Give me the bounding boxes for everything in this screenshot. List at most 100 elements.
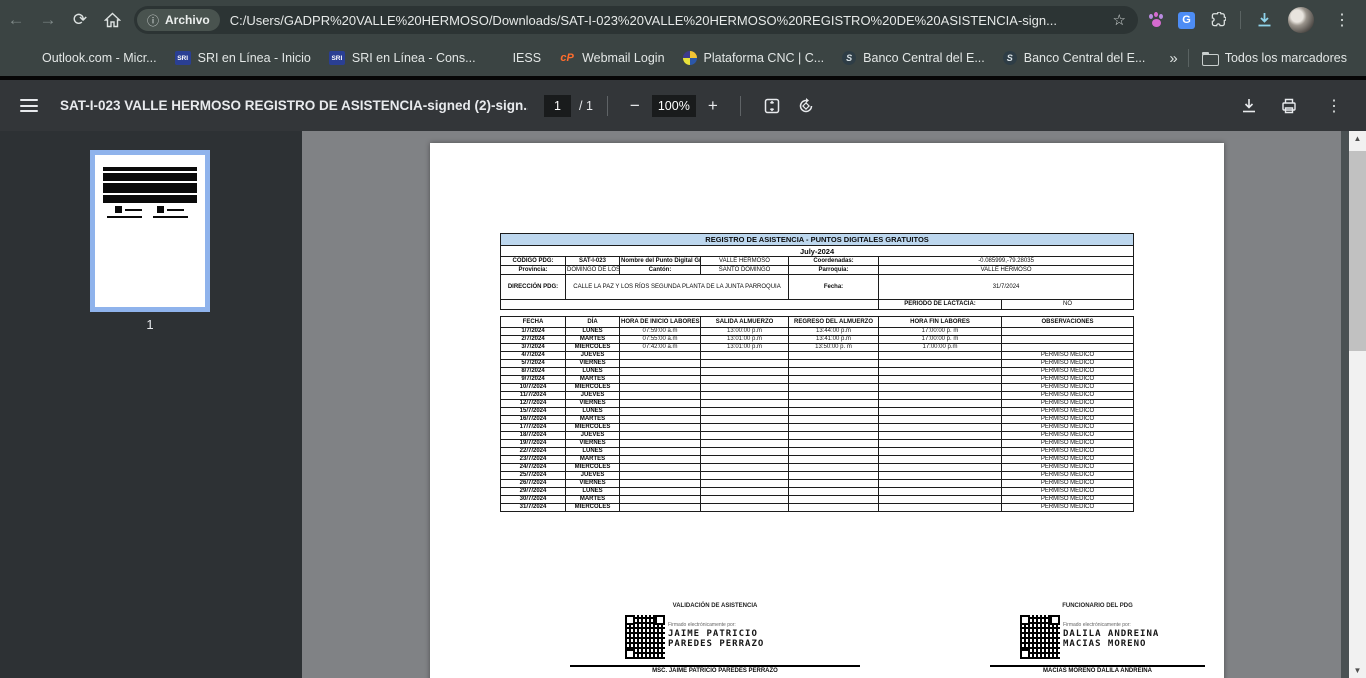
vertical-scrollbar[interactable]: ▲ ▼ (1349, 131, 1366, 678)
bookmark-label: Banco Central del E... (1024, 51, 1146, 65)
zoom-in-button[interactable]: + (700, 94, 726, 118)
bookmark-label: Outlook.com - Micr... (42, 51, 157, 65)
bookmarks-separator (1188, 49, 1189, 67)
bookmark-star-icon[interactable]: ☆ (1113, 11, 1126, 29)
bookmark-item[interactable]: Outlook.com - Micr... (10, 46, 166, 70)
bookmark-item[interactable]: SBanco Central del E... (833, 47, 994, 69)
info-icon: ⓘ (147, 12, 159, 29)
bookmark-label: IESS (513, 51, 542, 65)
fit-page-icon[interactable] (755, 95, 789, 117)
paw-extension-icon[interactable] (1148, 12, 1164, 28)
attendance-row: 8/7/2024LUNESPERMISO MÉDICO (501, 368, 1134, 376)
signature-name: DALILA ANDREINA (1063, 629, 1159, 639)
reload-icon[interactable]: ⟳ (64, 4, 96, 36)
document-header-table: REGISTRO DE ASISTENCIA - PUNTOS DIGITALE… (500, 233, 1134, 310)
extensions-area: G ⋮ (1148, 7, 1356, 33)
attendance-row: 11/7/2024JUEVESPERMISO MÉDICO (501, 392, 1134, 400)
bookmark-label: SRI en Línea - Inicio (198, 51, 311, 65)
scroll-up-arrow[interactable]: ▲ (1349, 131, 1366, 146)
attendance-table: FECHADÍAHORA DE INICIO LABORESSALIDA ALM… (500, 316, 1134, 512)
attendance-column-header: FECHA (501, 317, 566, 328)
home-icon[interactable] (96, 4, 128, 36)
forward-icon[interactable]: → (32, 4, 64, 36)
page-thumbnail[interactable] (90, 150, 210, 312)
bookmark-label: SRI en Línea - Cons... (352, 51, 476, 65)
attendance-row: 22/7/2024LUNESPERMISO MÉDICO (501, 448, 1134, 456)
bookmark-item[interactable]: SRISRI en Línea - Inicio (166, 47, 320, 69)
url-text: C:/Users/GADPR%20VALLE%20HERMOSO/Downloa… (230, 13, 1105, 28)
outlook-icon (19, 50, 35, 66)
attendance-row: 17/7/2024MIÉRCOLESPERMISO MÉDICO (501, 424, 1134, 432)
page-count-label: / 1 (579, 99, 593, 113)
attendance-column-header: OBSERVACIONES (1002, 317, 1134, 328)
bookmarks-bar: Outlook.com - Micr...SRISRI en Línea - I… (0, 40, 1366, 76)
address-bar[interactable]: ⓘ Archivo C:/Users/GADPR%20VALLE%20HERMO… (134, 6, 1138, 34)
downloads-icon[interactable] (1255, 11, 1274, 29)
signature-block: FUNCIONARIO DEL PDGFirmado electrónicame… (990, 603, 1205, 678)
all-bookmarks-button[interactable]: Todos los marcadores (1193, 46, 1356, 70)
attendance-row: 26/7/2024VIERNESPERMISO MÉDICO (501, 480, 1134, 488)
back-icon[interactable]: ← (0, 4, 32, 36)
lactancia-label: PERIODO DE LACTACIA: (879, 300, 1002, 310)
signature-name: JAIME PATRICIO (668, 629, 764, 639)
folder-icon (1202, 50, 1218, 66)
scroll-down-arrow[interactable]: ▼ (1349, 663, 1366, 678)
all-bookmarks-label: Todos los marcadores (1225, 51, 1347, 65)
bookmarks-overflow-chevron[interactable]: » (1159, 48, 1187, 69)
attendance-row: 29/7/2024LUNESPERMISO MÉDICO (501, 488, 1134, 496)
document-month: July-2024 (501, 246, 1134, 257)
site-info-chip[interactable]: ⓘ Archivo (137, 9, 220, 31)
browser-window: ← → ⟳ ⓘ Archivo C:/Users/GADPR%20VALLE%2… (0, 0, 1366, 678)
pdf-menu-icon[interactable] (20, 99, 38, 112)
parroquia-value: VALLE HERMOSO (879, 266, 1134, 275)
page-number-input[interactable]: 1 (544, 95, 571, 117)
coordenadas-value: -0.085999,-79.28035 (879, 257, 1134, 266)
codigo-pdg-value: SAT-I-023 (566, 257, 620, 266)
attendance-row: 2/7/2024MARTES07:55:00 a.m13:01:00 p.m13… (501, 336, 1134, 344)
attendance-row: 25/7/2024JUEVESPERMISO MÉDICO (501, 472, 1134, 480)
zoom-out-button[interactable]: − (622, 94, 648, 118)
qr-code (1020, 615, 1060, 659)
sri-icon: SRI (329, 51, 345, 65)
lactancia-value: NO (1002, 300, 1134, 310)
bookmark-label: Plataforma CNC | C... (704, 51, 825, 65)
signature-name: MACIAS MORENO (1063, 639, 1159, 649)
toolbar-separator (1240, 11, 1241, 29)
signed-electronically-label: Firmado electrónicamente por: (668, 622, 764, 628)
bookmark-item[interactable]: cPWebmail Login (550, 46, 673, 70)
nombre-pdg-value: VALLE HERMOSO (701, 257, 789, 266)
bookmark-item[interactable]: Plataforma CNC | C... (674, 47, 834, 69)
cpanel-icon: cP (559, 50, 575, 66)
bookmark-item[interactable]: SRI SRI en Línea - Cons... (320, 47, 485, 69)
attendance-row: 4/7/2024JUEVESPERMISO MÉDICO (501, 352, 1134, 360)
zoom-level-input[interactable]: 100% (652, 95, 696, 117)
cnc-icon (683, 51, 697, 65)
attendance-column-header: HORA FIN LABORES (879, 317, 1002, 328)
pdf-document-title: SAT-I-023 VALLE HERMOSO REGISTRO DE ASIS… (60, 98, 528, 113)
download-icon[interactable] (1240, 97, 1258, 115)
qr-code (625, 615, 665, 659)
translate-extension-icon[interactable]: G (1178, 12, 1195, 29)
rotate-icon[interactable] (789, 95, 823, 117)
extensions-puzzle-icon[interactable] (1209, 12, 1226, 29)
browser-menu-icon[interactable]: ⋮ (1328, 10, 1356, 30)
pdf-more-menu-icon[interactable]: ⋮ (1320, 96, 1348, 116)
bookmark-item[interactable]: S Banco Central del E... (994, 47, 1155, 69)
bce-icon: S (1003, 51, 1017, 65)
scrollbar-thumb[interactable] (1349, 151, 1366, 351)
pdf-toolbar: SAT-I-023 VALLE HERMOSO REGISTRO DE ASIS… (0, 76, 1366, 131)
attendance-row: 18/7/2024JUEVESPERMISO MÉDICO (501, 432, 1134, 440)
attendance-row: 16/7/2024MARTESPERMISO MÉDICO (501, 416, 1134, 424)
bookmark-item[interactable]: IESS (485, 47, 551, 69)
attendance-row: 30/7/2024MARTESPERMISO MÉDICO (501, 496, 1134, 504)
attendance-column-header: SALIDA ALMUERZO (701, 317, 789, 328)
attendance-header-row: FECHADÍAHORA DE INICIO LABORESSALIDA ALM… (501, 317, 1134, 328)
bookmarks-list: Outlook.com - Micr...SRISRI en Línea - I… (10, 46, 1154, 70)
attendance-row: 1/7/2024LUNES07:59:00 a.m13:00:00 p.m13:… (501, 328, 1134, 336)
print-icon[interactable] (1280, 97, 1298, 115)
pdf-viewer-area: REGISTRO DE ASISTENCIA - PUNTOS DIGITALE… (302, 131, 1341, 678)
attendance-row: 31/7/2024MIÉRCOLESPERMISO MÉDICO (501, 504, 1134, 512)
thumbnail-page-number: 1 (90, 317, 210, 332)
signed-electronically-label: Firmado electrónicamente por: (1063, 622, 1159, 628)
profile-avatar[interactable] (1288, 7, 1314, 33)
